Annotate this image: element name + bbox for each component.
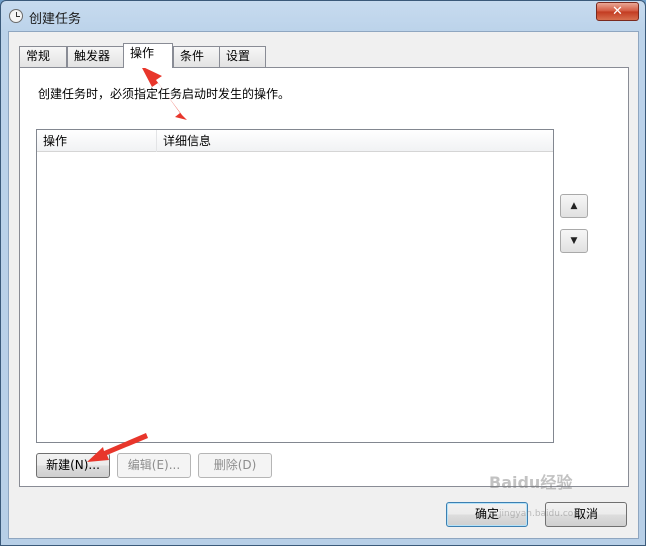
list-header: 操作 详细信息: [37, 130, 553, 152]
actions-list[interactable]: 操作 详细信息: [36, 129, 554, 443]
column-header-details[interactable]: 详细信息: [157, 130, 553, 152]
tab-general[interactable]: 常规: [19, 46, 67, 67]
tab-triggers[interactable]: 触发器: [67, 46, 124, 67]
close-button[interactable]: ✕: [596, 2, 639, 21]
ok-button[interactable]: 确定: [446, 502, 528, 527]
actions-tab-panel: 创建任务时，必须指定任务启动时发生的操作。 操作 详细信息 ▲ ▼ 新建(N).…: [19, 67, 629, 487]
cancel-button[interactable]: 取消: [545, 502, 627, 527]
window-title: 创建任务: [29, 12, 82, 27]
edit-action-button[interactable]: 编辑(E)...: [117, 453, 191, 478]
title-bar[interactable]: 创建任务 ✕: [1, 1, 645, 31]
new-action-button[interactable]: 新建(N)...: [36, 453, 110, 478]
tab-settings[interactable]: 设置: [219, 46, 266, 67]
move-down-button[interactable]: ▼: [560, 229, 588, 253]
clock-icon: [9, 9, 23, 23]
move-up-button[interactable]: ▲: [560, 194, 588, 218]
delete-action-button[interactable]: 删除(D): [198, 453, 272, 478]
tab-actions[interactable]: 操作: [123, 43, 173, 68]
task-dialog-window: 创建任务 ✕ 常规 触发器 操作 条件 设置 创建任务时，必须指定任务启动时发生…: [0, 0, 646, 546]
panel-description: 创建任务时，必须指定任务启动时发生的操作。: [38, 87, 291, 101]
column-header-action[interactable]: 操作: [37, 130, 157, 152]
tab-conditions[interactable]: 条件: [173, 46, 220, 67]
dialog-client-area: 常规 触发器 操作 条件 设置 创建任务时，必须指定任务启动时发生的操作。 操作…: [8, 31, 639, 539]
